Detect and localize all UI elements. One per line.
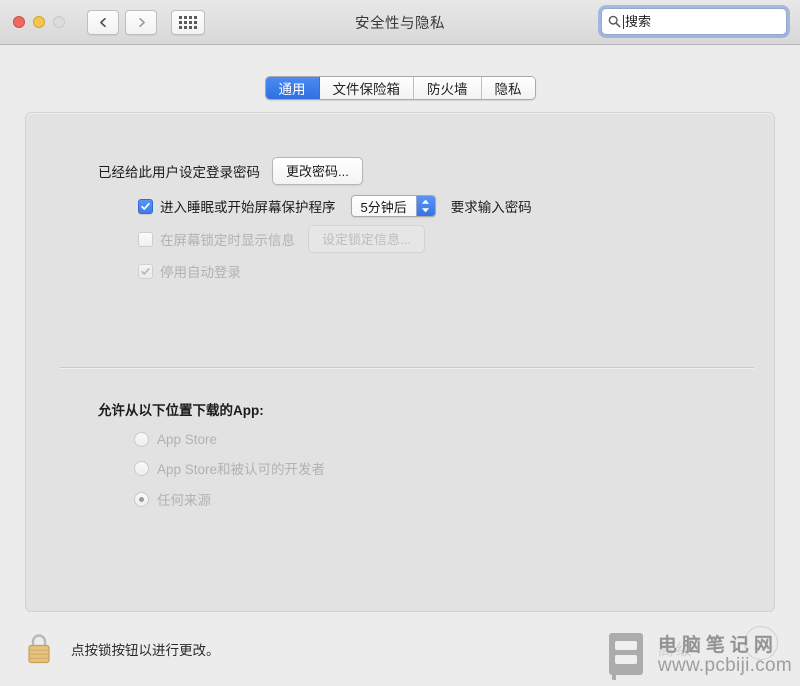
download-sources-radio-group: App Store App Store和被认可的开发者 任何来源 xyxy=(98,432,325,509)
stepper-arrows-icon[interactable] xyxy=(415,196,435,216)
preferences-panel: 已经给此用户设定登录密码 更改密码... 进入睡眠或开始屏幕保护程序 5分钟后 xyxy=(25,112,775,612)
password-delay-value: 5分钟后 xyxy=(351,196,416,216)
show-lock-message-row: 在屏幕锁定时显示信息 设定锁定信息... xyxy=(138,225,532,253)
chevron-left-icon xyxy=(99,17,106,27)
download-sources-title: 允许从以下位置下载的App: xyxy=(98,403,264,418)
search-icon xyxy=(608,15,621,28)
radio-label-app-store-and-identified: App Store和被认可的开发者 xyxy=(157,462,326,477)
navigation-buttons xyxy=(87,9,157,35)
notebook-icon xyxy=(608,633,643,680)
show-all-button[interactable] xyxy=(171,9,205,35)
security-options-group: 进入睡眠或开始屏幕保护程序 5分钟后 要求输入密码 在屏幕锁定时显示信息 设定锁… xyxy=(138,195,532,281)
traffic-lights xyxy=(13,16,65,28)
disable-auto-login-label: 停用自动登录 xyxy=(160,265,241,280)
show-lock-message-checkbox xyxy=(138,231,153,247)
require-password-row: 进入睡眠或开始屏幕保护程序 5分钟后 要求输入密码 xyxy=(138,195,532,217)
minimize-button[interactable] xyxy=(33,16,45,28)
system-preferences-window: 安全性与隐私 搜索 通用 文件保险箱 防火墙 隐私 已经给此用户设定登录密码 更… xyxy=(0,0,800,686)
require-password-suffix-label: 要求输入密码 xyxy=(450,200,532,215)
radio-label-anywhere: 任何来源 xyxy=(157,493,211,508)
require-password-checkbox[interactable] xyxy=(138,198,153,214)
radio-row-anywhere[interactable]: 任何来源 xyxy=(134,489,325,509)
change-password-button[interactable]: 更改密码... xyxy=(272,157,363,185)
radio-anywhere xyxy=(134,491,149,507)
login-password-status: 已经给此用户设定登录密码 xyxy=(98,165,260,180)
radio-label-app-store: App Store xyxy=(157,432,218,447)
grid-dots-icon xyxy=(179,15,197,29)
search-field-wrapper: 搜索 xyxy=(601,8,787,35)
window-footer: 点按锁按钮以进行更改。 电脑笔记网 www.pcbiji.com 高级 xyxy=(0,612,800,686)
search-input[interactable]: 搜索 xyxy=(601,8,787,35)
back-button[interactable] xyxy=(87,9,119,35)
tab-general[interactable]: 通用 xyxy=(265,77,320,99)
tab-privacy[interactable]: 隐私 xyxy=(481,77,535,99)
forward-button[interactable] xyxy=(125,9,157,35)
lock-closed-icon[interactable] xyxy=(25,632,53,666)
watermark-ring-decoration xyxy=(744,626,778,660)
tab-firewall[interactable]: 防火墙 xyxy=(414,77,482,99)
require-password-prefix-label: 进入睡眠或开始屏幕保护程序 xyxy=(160,200,336,215)
radio-row-app-store[interactable]: App Store xyxy=(134,432,325,447)
set-lock-message-button: 设定锁定信息... xyxy=(308,225,425,253)
disable-auto-login-row: 停用自动登录 xyxy=(138,261,532,281)
show-lock-message-label: 在屏幕锁定时显示信息 xyxy=(160,233,295,248)
radio-row-app-store-and-identified[interactable]: App Store和被认可的开发者 xyxy=(134,458,325,478)
watermark: 电脑笔记网 www.pcbiji.com 高级 xyxy=(606,626,792,682)
tab-bar-row: 通用 文件保险箱 防火墙 隐私 xyxy=(0,45,800,112)
login-password-row: 已经给此用户设定登录密码 更改密码... xyxy=(98,157,363,185)
search-placeholder: 搜索 xyxy=(625,14,652,29)
text-caret xyxy=(623,14,624,29)
close-button[interactable] xyxy=(13,16,25,28)
section-divider xyxy=(60,367,754,368)
window-titlebar: 安全性与隐私 搜索 xyxy=(0,0,800,45)
disable-auto-login-checkbox xyxy=(138,263,153,279)
lock-message: 点按锁按钮以进行更改。 xyxy=(71,643,220,658)
tab-bar: 通用 文件保险箱 防火墙 隐私 xyxy=(264,76,536,100)
chevron-right-icon xyxy=(138,17,145,27)
zoom-button xyxy=(53,16,65,28)
download-sources-section: 允许从以下位置下载的App: App Store App Store和被认可的开… xyxy=(98,399,325,509)
radio-app-store xyxy=(134,432,149,447)
checkmark-icon xyxy=(141,267,150,275)
lock-area: 点按锁按钮以进行更改。 xyxy=(25,632,220,666)
password-delay-select[interactable]: 5分钟后 xyxy=(350,195,436,217)
watermark-ghost-text: 高级 xyxy=(657,642,694,659)
radio-app-store-and-identified xyxy=(134,460,149,476)
checkmark-icon xyxy=(141,202,150,210)
tab-filevault[interactable]: 文件保险箱 xyxy=(319,77,414,99)
